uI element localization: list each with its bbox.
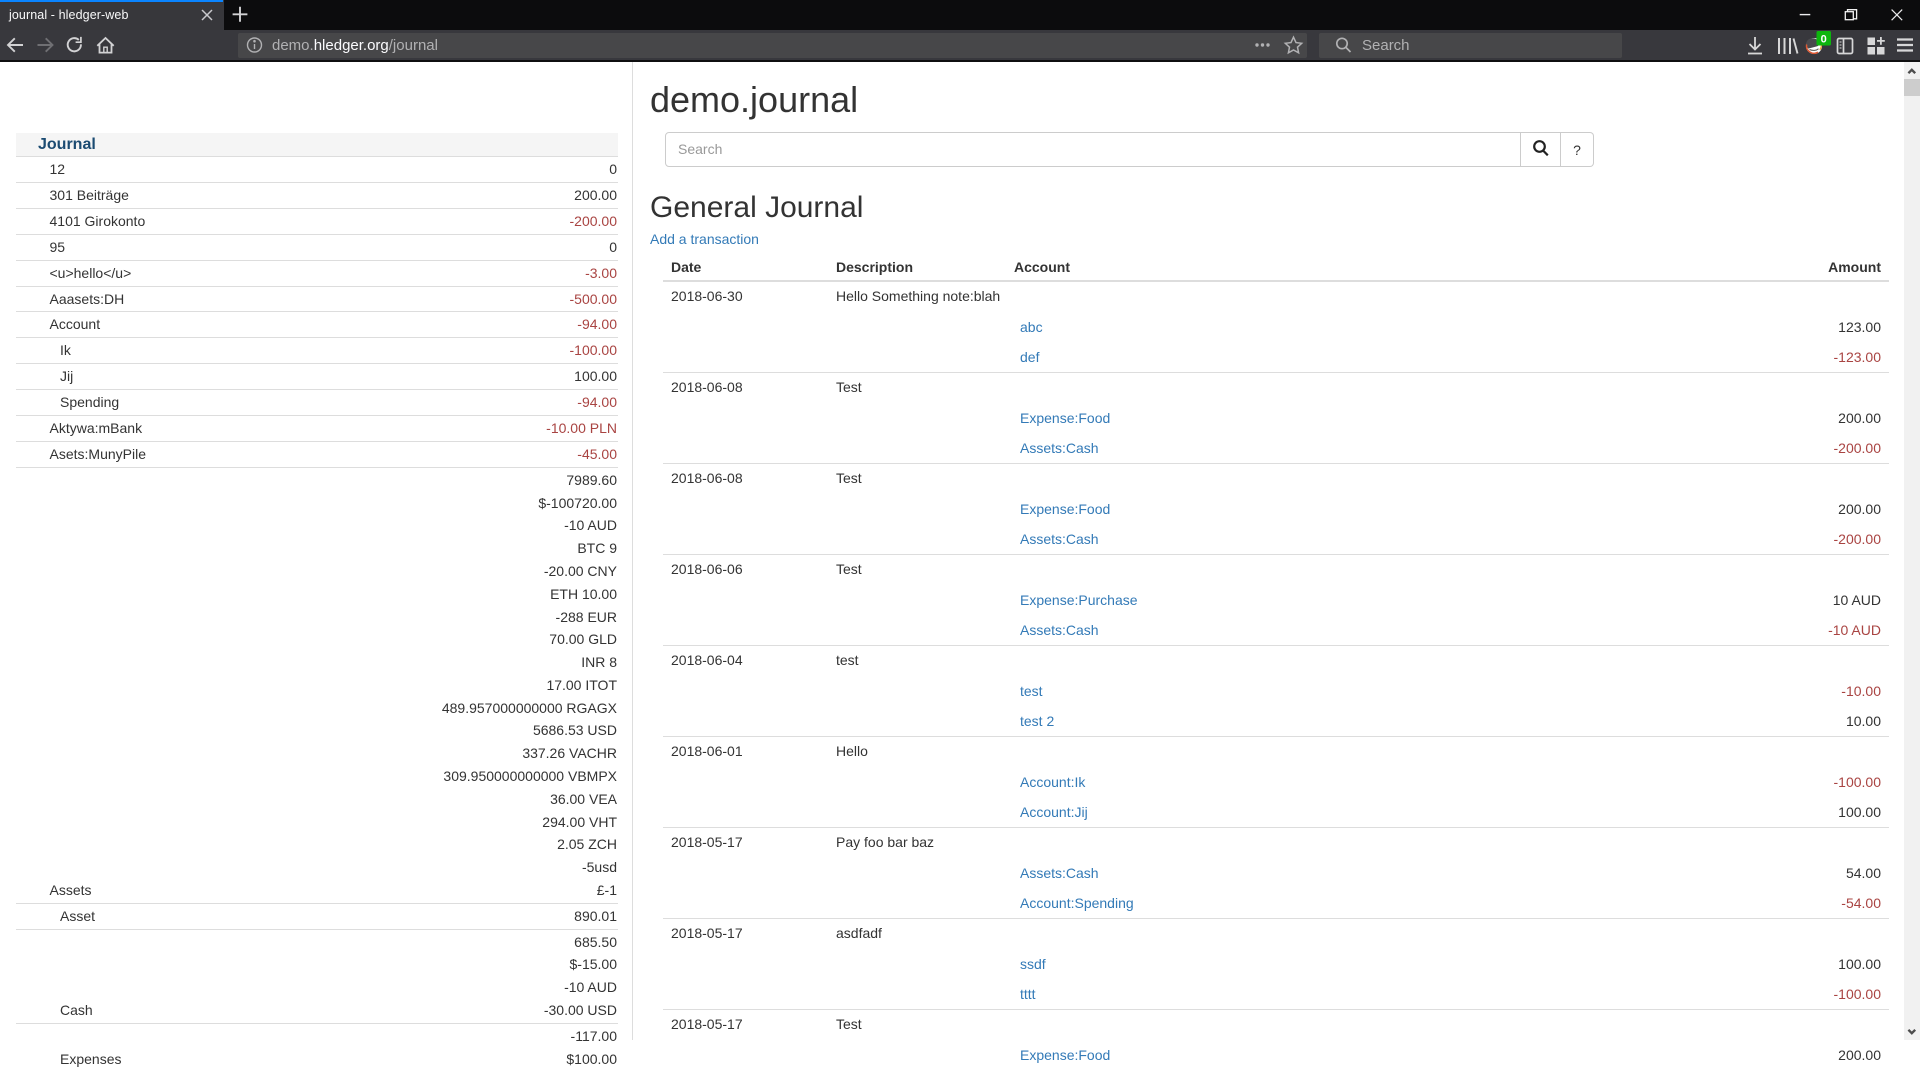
svg-text:0: 0 bbox=[1821, 33, 1827, 45]
